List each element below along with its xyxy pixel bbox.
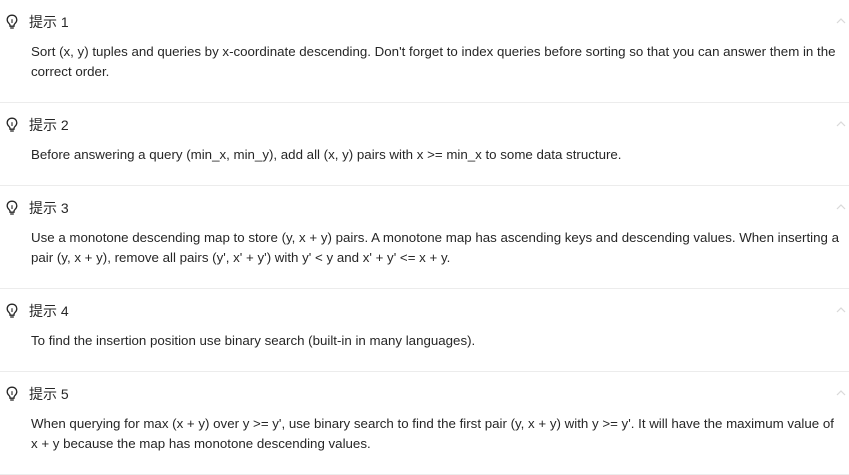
hint-list: 提示 1 Sort (x, y) tuples and queries by x… bbox=[0, 0, 849, 475]
hint-title: 提示 3 bbox=[29, 200, 69, 216]
hint-item-5: 提示 5 When querying for max (x + y) over … bbox=[0, 372, 849, 475]
hint-body: When querying for max (x + y) over y >= … bbox=[31, 416, 834, 451]
lightbulb-icon bbox=[5, 14, 19, 30]
hint-item-3: 提示 3 Use a monotone descending map to st… bbox=[0, 186, 849, 289]
hint-item-1: 提示 1 Sort (x, y) tuples and queries by x… bbox=[0, 0, 849, 103]
hint-header-2[interactable]: 提示 2 bbox=[0, 103, 849, 137]
hint-title: 提示 5 bbox=[29, 386, 69, 402]
chevron-up-icon[interactable] bbox=[835, 200, 847, 212]
lightbulb-icon bbox=[5, 200, 19, 216]
chevron-up-icon[interactable] bbox=[835, 386, 847, 398]
hint-item-2: 提示 2 Before answering a query (min_x, mi… bbox=[0, 103, 849, 186]
hint-title: 提示 2 bbox=[29, 117, 69, 133]
hint-header-4[interactable]: 提示 4 bbox=[0, 289, 849, 323]
lightbulb-icon bbox=[5, 386, 19, 402]
hint-title: 提示 1 bbox=[29, 14, 69, 30]
chevron-up-icon[interactable] bbox=[835, 303, 847, 315]
hint-header-1[interactable]: 提示 1 bbox=[0, 0, 849, 34]
hint-body: To find the insertion position use binar… bbox=[31, 333, 476, 348]
hint-title: 提示 4 bbox=[29, 303, 69, 319]
hint-body: Sort (x, y) tuples and queries by x-coor… bbox=[31, 44, 836, 79]
chevron-up-icon[interactable] bbox=[835, 117, 847, 129]
hint-body: Use a monotone descending map to store (… bbox=[31, 230, 840, 265]
chevron-up-icon[interactable] bbox=[835, 14, 847, 26]
hint-header-5[interactable]: 提示 5 bbox=[0, 372, 849, 406]
hint-body: Before answering a query (min_x, min_y),… bbox=[31, 147, 622, 162]
lightbulb-icon bbox=[5, 303, 19, 319]
hint-header-3[interactable]: 提示 3 bbox=[0, 186, 849, 220]
hint-item-4: 提示 4 To find the insertion position use … bbox=[0, 289, 849, 372]
lightbulb-icon bbox=[5, 117, 19, 133]
